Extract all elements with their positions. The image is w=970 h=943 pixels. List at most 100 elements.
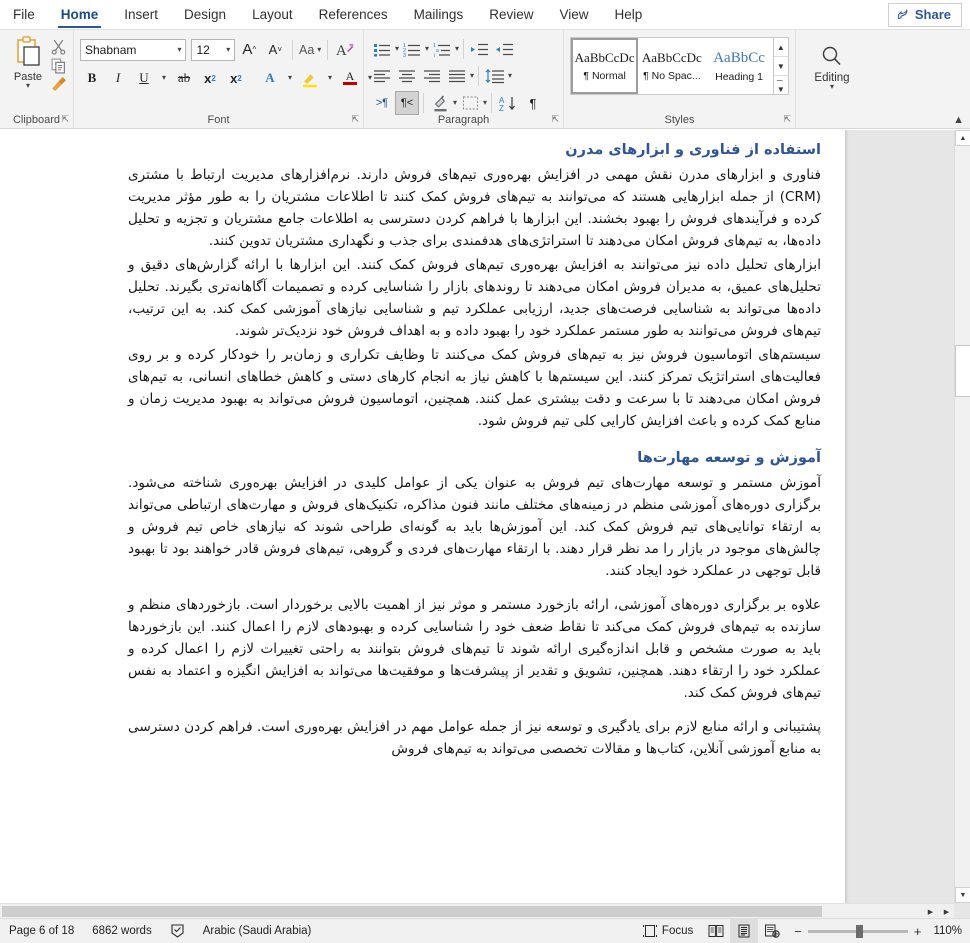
bold-button[interactable]: B [80,66,104,90]
styles-dialog-launcher[interactable]: ⇱ [783,114,791,125]
scroll-down-button[interactable]: ▼ [955,887,970,903]
font-dialog-launcher[interactable]: ⇱ [351,114,359,125]
italic-button[interactable]: I [106,66,130,90]
styles-scroll-up-button[interactable]: ▲ [773,38,789,57]
vertical-scroll-thumb[interactable] [955,345,970,397]
ribbon-collapse-icon[interactable]: ▲ [953,114,964,126]
multilevel-list-caret-icon[interactable]: ▾ [455,45,459,53]
styles-gallery[interactable]: AaBbCcDc ¶ Normal AaBbCcDc ¶ No Spac... … [570,37,789,95]
numbered-list-caret-icon[interactable]: ▾ [425,45,429,53]
show-formatting-marks-icon[interactable]: ¶ [521,91,545,115]
font-size-input[interactable]: 12 ▾ [191,38,236,61]
bullet-list-caret-icon[interactable]: ▾ [395,45,399,53]
para-technology-2[interactable]: ابزارهای تحلیل داده نیز می‌توانند به افز… [128,254,821,342]
document-body[interactable]: استفاده از فناوری و ابزارهای مدرن فناوری… [0,130,845,760]
text-highlight-caret-icon[interactable]: ▾ [324,66,336,90]
para-technology-1[interactable]: فناوری و ابزارهای مدرن نقش مهمی در افزای… [128,164,821,252]
borders-icon[interactable] [458,91,482,115]
underline-caret-icon[interactable]: ▾ [158,66,170,90]
sort-icon[interactable]: AZ [496,91,520,115]
align-center-icon[interactable] [395,64,419,88]
tab-review[interactable]: Review [476,3,546,29]
text-effects-caret-icon[interactable]: ▾ [284,66,296,90]
styles-more-button[interactable]: ─ ▼ [774,76,788,94]
align-right-icon[interactable] [420,64,444,88]
tab-home[interactable]: Home [48,3,112,29]
print-layout-button[interactable] [730,919,759,943]
web-layout-button[interactable] [758,919,786,943]
proofing-errors-icon[interactable] [161,919,194,943]
para-training-2[interactable]: علاوه بر برگزاری دوره‌های آموزشی، ارائه … [128,594,821,704]
zoom-out-button[interactable]: − [794,924,802,939]
scroll-right-button[interactable]: ▶ [923,904,938,919]
tab-design[interactable]: Design [171,3,239,29]
document-canvas[interactable]: استفاده از فناوری و ابزارهای مدرن فناوری… [0,130,970,918]
clipboard-dialog-launcher[interactable]: ⇱ [61,114,69,125]
justify-caret-icon[interactable]: ▾ [470,72,474,80]
share-button[interactable]: Share [887,3,962,27]
zoom-in-button[interactable]: + [914,924,922,939]
shading-caret-icon[interactable]: ▾ [453,99,457,107]
text-effects-icon[interactable]: A [258,66,282,90]
editing-button[interactable]: Editing ▾ [802,34,862,91]
copy-icon[interactable] [50,57,67,74]
tab-help[interactable]: Help [602,3,656,29]
style-item-no-spacing[interactable]: AaBbCcDc ¶ No Spac... [638,38,705,94]
text-highlight-icon[interactable] [298,66,322,90]
font-size-caret-icon[interactable]: ▾ [226,45,230,54]
editing-caret-icon[interactable]: ▾ [830,83,834,91]
clear-formatting-icon[interactable]: A [333,38,357,62]
change-case-icon[interactable]: Aa ▾ [298,38,322,62]
document-page[interactable]: استفاده از فناوری و ابزارهای مدرن فناوری… [0,130,845,918]
zoom-track[interactable] [807,924,908,938]
paragraph-dialog-launcher[interactable]: ⇱ [551,114,559,125]
style-item-normal[interactable]: AaBbCcDc ¶ Normal [571,38,639,94]
shrink-font-icon[interactable]: A ˅ [263,38,287,62]
superscript-button[interactable]: x2 [224,66,248,90]
font-name-caret-icon[interactable]: ▾ [177,45,181,54]
zoom-slider[interactable]: − + [786,924,929,939]
language-indicator[interactable]: Arabic (Saudi Arabia) [194,919,321,943]
increase-indent-icon[interactable] [493,37,517,61]
right-to-left-text-icon[interactable]: ¶< [395,91,419,115]
para-training-1[interactable]: آموزش مستمر و توسعه مهارت‌های تیم فروش ب… [128,472,821,582]
tab-view[interactable]: View [546,3,601,29]
style-item-heading1[interactable]: AaBbCc Heading 1 [705,38,772,94]
tab-file[interactable]: File [0,3,48,29]
read-mode-button[interactable] [702,919,730,943]
para-technology-3[interactable]: سیستم‌های اتوماسیون فروش نیز به تیم‌های … [128,344,821,432]
strikethrough-button[interactable]: ab [172,66,196,90]
scroll-right-end-button[interactable]: ▶ [939,904,954,919]
bullet-list-icon[interactable] [370,37,394,61]
align-left-icon[interactable] [370,64,394,88]
paste-dropdown-caret-icon[interactable]: ▾ [26,82,30,90]
underline-button[interactable]: U [132,66,156,90]
numbered-list-icon[interactable]: 123 [400,37,424,61]
horizontal-scrollbar[interactable]: ▶ ▶ [0,903,954,918]
zoom-knob[interactable] [855,924,863,938]
tab-references[interactable]: References [306,3,401,29]
focus-mode-button[interactable]: Focus [634,919,702,943]
word-count[interactable]: 6862 words [83,919,160,943]
font-name-input[interactable]: Shabnam ▾ [80,38,187,61]
borders-caret-icon[interactable]: ▾ [483,99,487,107]
left-to-right-text-icon[interactable]: >¶ [370,91,394,115]
tab-mailings[interactable]: Mailings [401,3,477,29]
tab-insert[interactable]: Insert [111,3,171,29]
justify-icon[interactable] [445,64,469,88]
multilevel-list-icon[interactable]: 1ai [430,37,454,61]
tab-layout[interactable]: Layout [239,3,306,29]
font-color-icon[interactable]: A [338,66,362,90]
scroll-up-button[interactable]: ▲ [955,130,970,146]
grow-font-icon[interactable]: A ^ [237,38,261,62]
zoom-level-label[interactable]: 110% [929,925,970,937]
decrease-indent-icon[interactable] [468,37,492,61]
line-spacing-icon[interactable] [483,64,507,88]
para-training-3[interactable]: پشتیبانی و ارائه منابع لازم برای یادگیری… [128,716,821,760]
shading-icon[interactable] [428,91,452,115]
vertical-scrollbar[interactable]: ▲ ▼ [954,130,970,903]
horizontal-scroll-thumb[interactable] [2,906,822,917]
subscript-button[interactable]: x2 [198,66,222,90]
page-indicator[interactable]: Page 6 of 18 [0,919,83,943]
line-spacing-caret-icon[interactable]: ▾ [508,72,512,80]
